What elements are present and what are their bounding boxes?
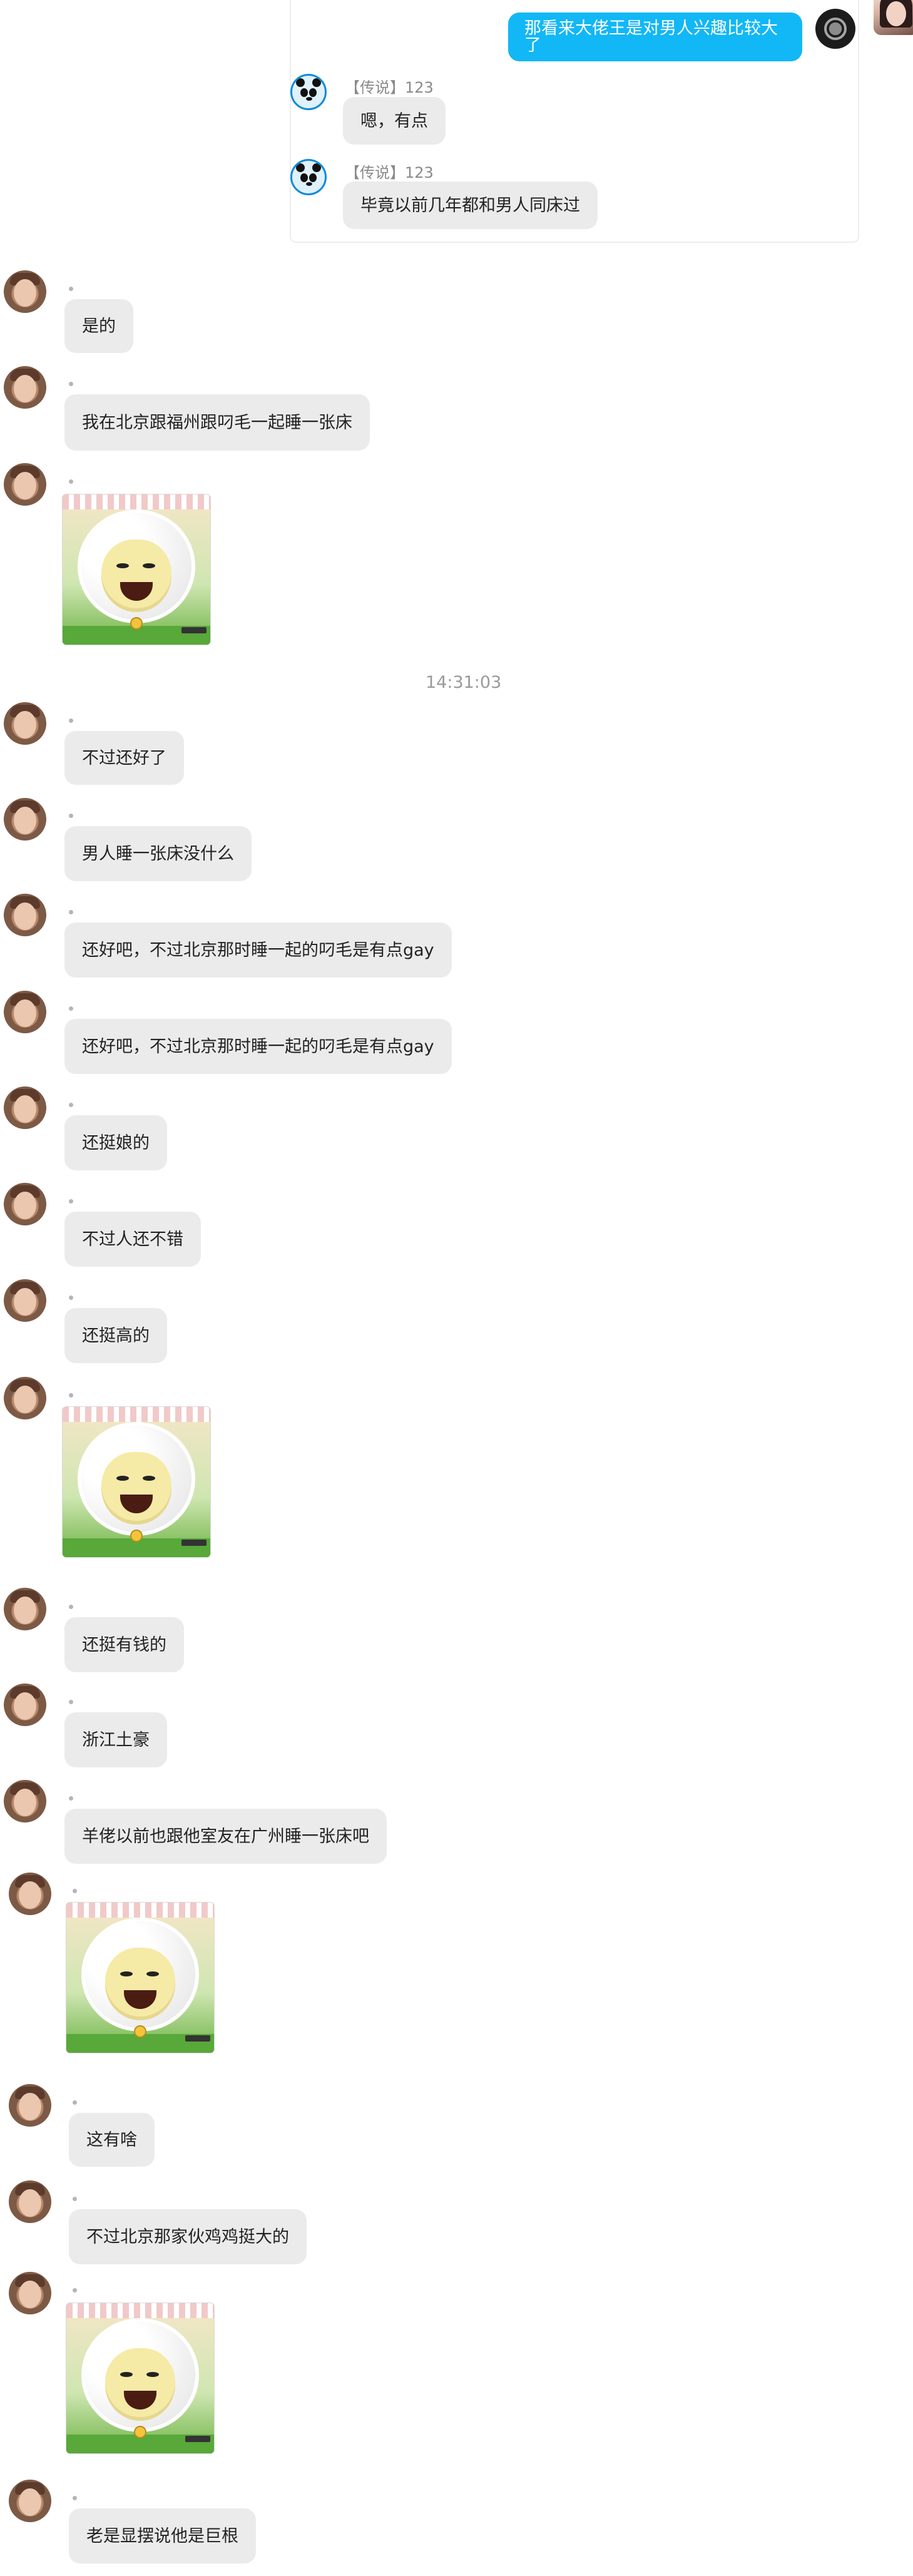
- name-dot: [69, 479, 73, 484]
- quoted-message-bubble[interactable]: 嗯，有点: [343, 97, 446, 145]
- message-bubble[interactable]: 这有啥: [69, 2113, 155, 2167]
- user-avatar[interactable]: [4, 1183, 46, 1225]
- sender-avatar[interactable]: [815, 9, 855, 49]
- user-avatar[interactable]: [4, 1684, 46, 1726]
- name-dot: [73, 2197, 77, 2201]
- user-avatar[interactable]: [4, 991, 46, 1033]
- panda-avatar[interactable]: [290, 74, 327, 110]
- user-avatar[interactable]: [9, 2272, 51, 2314]
- name-dot: [69, 814, 73, 818]
- message-bubble[interactable]: 羊佬以前也跟他室友在广州睡一张床吧: [64, 1809, 387, 1864]
- message-bubble[interactable]: 还好吧，不过北京那时睡一起的叼毛是有点gay: [64, 923, 452, 978]
- message-bubble[interactable]: 不过北京那家伙鸡鸡挺大的: [69, 2209, 307, 2264]
- message-bubble[interactable]: 还挺娘的: [64, 1115, 167, 1170]
- name-dot: [69, 1393, 73, 1398]
- quoted-message-bubble[interactable]: 毕竟以前几年都和男人同床过: [343, 181, 598, 229]
- sender-name: 【传说】123: [345, 164, 434, 181]
- name-dot: [73, 2288, 77, 2292]
- message-bubble[interactable]: 不过还好了: [64, 731, 184, 785]
- name-dot: [73, 1889, 77, 1893]
- name-dot: [69, 1296, 73, 1300]
- laughing-sheep-sticker[interactable]: [63, 494, 210, 645]
- name-dot: [69, 1700, 73, 1704]
- message-bubble[interactable]: 还挺有钱的: [64, 1617, 184, 1672]
- message-bubble[interactable]: 老是显摆说他是巨根: [69, 2508, 256, 2563]
- name-dot: [69, 1199, 73, 1204]
- user-avatar[interactable]: [9, 2180, 51, 2223]
- message-bubble[interactable]: 我在北京跟福州跟叼毛一起睡一张床: [64, 394, 370, 451]
- laughing-sheep-sticker[interactable]: [66, 1903, 214, 2053]
- self-avatar[interactable]: [874, 0, 913, 35]
- name-dot: [73, 2100, 77, 2105]
- user-avatar[interactable]: [4, 1780, 46, 1822]
- message-bubble[interactable]: 是的: [64, 299, 133, 353]
- name-dot: [69, 910, 73, 914]
- message-bubble[interactable]: 不过人还不错: [64, 1212, 201, 1267]
- user-avatar[interactable]: [4, 702, 46, 745]
- message-bubble[interactable]: 浙江土豪: [64, 1712, 167, 1767]
- user-avatar[interactable]: [4, 270, 46, 313]
- user-avatar[interactable]: [4, 894, 46, 936]
- sender-name: 【传说】123: [345, 79, 434, 96]
- user-avatar[interactable]: [4, 1086, 46, 1129]
- message-bubble[interactable]: 还好吧，不过北京那时睡一起的叼毛是有点gay: [64, 1019, 452, 1074]
- message-bubble[interactable]: 男人睡一张床没什么: [64, 826, 252, 881]
- timestamp: 14:31:03: [426, 673, 502, 692]
- user-avatar[interactable]: [9, 1873, 51, 1915]
- user-avatar[interactable]: [4, 1588, 46, 1630]
- panda-avatar[interactable]: [290, 159, 327, 195]
- name-dot: [69, 718, 73, 723]
- user-avatar[interactable]: [4, 463, 46, 506]
- message-bubble[interactable]: 还挺高的: [64, 1308, 167, 1363]
- user-avatar[interactable]: [9, 2084, 51, 2127]
- name-dot: [69, 1006, 73, 1011]
- name-dot: [69, 1605, 73, 1609]
- name-dot: [69, 287, 73, 291]
- user-avatar[interactable]: [4, 1377, 46, 1419]
- name-dot: [69, 1103, 73, 1107]
- user-avatar[interactable]: [4, 366, 46, 409]
- laughing-sheep-sticker[interactable]: [63, 1407, 210, 1557]
- name-dot: [69, 382, 73, 386]
- user-avatar[interactable]: [4, 798, 46, 841]
- name-dot: [69, 1796, 73, 1801]
- user-avatar[interactable]: [4, 1279, 46, 1322]
- outgoing-message-bubble[interactable]: 那看来大佬王是对男人兴趣比较大了: [508, 13, 802, 61]
- user-avatar[interactable]: [9, 2480, 51, 2522]
- name-dot: [73, 2496, 77, 2500]
- laughing-sheep-sticker[interactable]: [66, 2303, 214, 2453]
